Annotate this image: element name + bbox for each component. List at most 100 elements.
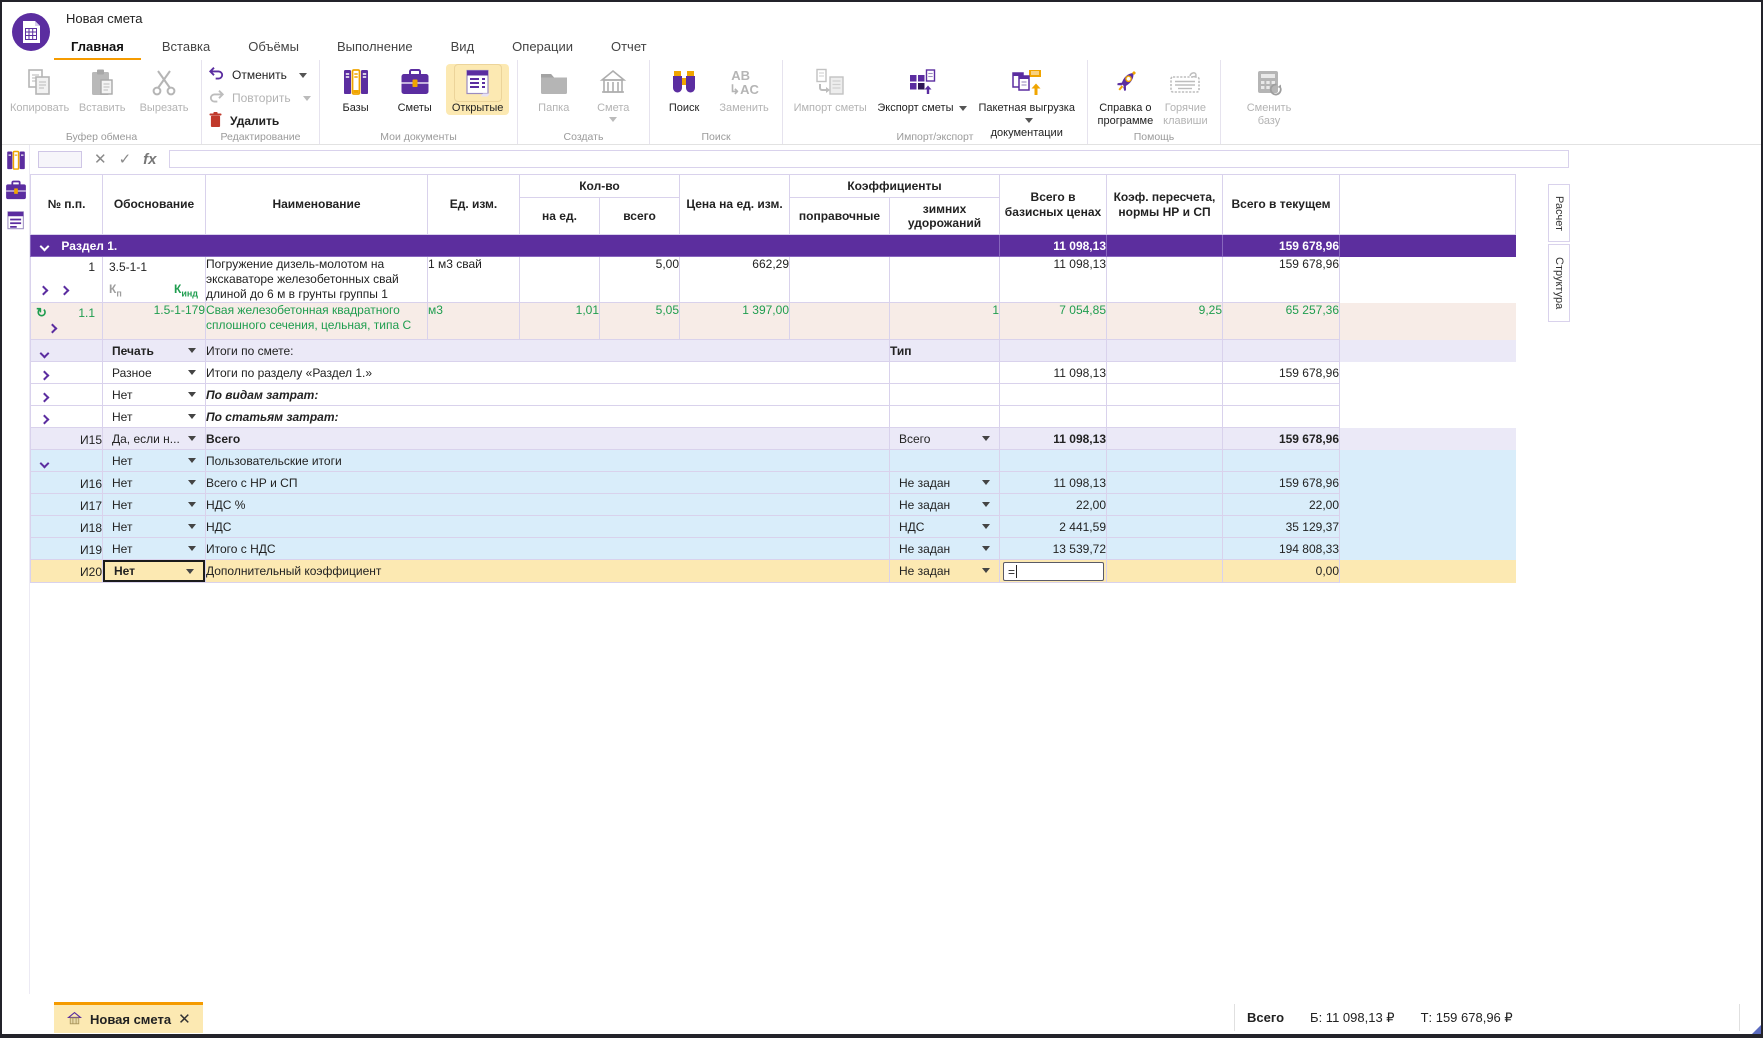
- user-totals-dropdown[interactable]: Нет: [103, 450, 205, 471]
- resize-grip[interactable]: [1752, 1025, 1761, 1034]
- tab-operacii[interactable]: Операции: [493, 32, 592, 60]
- i18-dropdown[interactable]: Нет: [103, 516, 205, 537]
- tab-vstavka[interactable]: Вставка: [143, 32, 229, 60]
- col-header-justification[interactable]: Обоснование: [103, 175, 206, 235]
- by-types-dropdown[interactable]: Нет: [103, 384, 205, 405]
- new-estimate-button[interactable]: Смета: [586, 64, 642, 122]
- col-header-unit[interactable]: Ед. изм.: [428, 175, 520, 235]
- by-types-expand-icon[interactable]: [40, 393, 50, 403]
- i16-dropdown[interactable]: Нет: [103, 472, 205, 493]
- i20-formula-edit-input[interactable]: =: [1003, 562, 1104, 581]
- paste-button[interactable]: Вставить: [73, 64, 131, 115]
- position-row-1-1[interactable]: ↻ 1.1 1.5-1-179 Свая железобетонная квад…: [31, 303, 1516, 340]
- opened-button[interactable]: Открытые: [446, 64, 509, 115]
- total-row-i20-selected[interactable]: И20 Нет Дополнительный коэффициент Не за…: [31, 560, 1516, 583]
- position-row-1[interactable]: 1 3.5-1-1 Кп Кинд Погружение дизель-моло…: [31, 257, 1516, 303]
- by-cost-types-row[interactable]: Нет По видам затрат:: [31, 384, 1516, 406]
- tab-obyomy[interactable]: Объёмы: [229, 32, 318, 60]
- section-totals-row[interactable]: Разное Итоги по разделу «Раздел 1.» 11 0…: [31, 362, 1516, 384]
- i15-type-dropdown[interactable]: Всего: [890, 428, 999, 449]
- side-tab-calculation[interactable]: Расчет: [1548, 184, 1570, 242]
- col-header-winter[interactable]: зимних удорожаний: [890, 198, 1000, 235]
- section-totals-dropdown[interactable]: Разное: [103, 362, 205, 383]
- redo-button[interactable]: Повторить: [208, 89, 311, 107]
- export-button[interactable]: Экспорт сметы: [873, 64, 970, 115]
- side-tab-structure[interactable]: Структура: [1548, 244, 1570, 322]
- mini-estimates-button[interactable]: [4, 178, 28, 204]
- i17-dropdown[interactable]: Нет: [103, 494, 205, 515]
- mini-opened-button[interactable]: [4, 208, 28, 234]
- col-header-name[interactable]: Наименование: [206, 175, 428, 235]
- function-icon[interactable]: fx: [143, 151, 156, 168]
- tab-vid[interactable]: Вид: [432, 32, 494, 60]
- i19-type-dropdown[interactable]: Не задан: [890, 538, 999, 559]
- new-folder-button[interactable]: Папка: [526, 64, 582, 115]
- total-row-i19[interactable]: И19 Нет Итого с НДС Не задан 13 539,72 1…: [31, 538, 1516, 560]
- confirm-entry-icon[interactable]: ✓: [119, 150, 132, 168]
- pos1-expand-icon-2[interactable]: [60, 286, 70, 296]
- find-button[interactable]: Поиск: [658, 64, 710, 115]
- col-header-corrective[interactable]: поправочные: [790, 198, 890, 235]
- i17-type-dropdown[interactable]: Не задан: [890, 494, 999, 515]
- delete-button[interactable]: Удалить: [208, 112, 279, 130]
- col-header-current-total[interactable]: Всего в текущем: [1223, 175, 1340, 235]
- user-totals-collapse-icon[interactable]: [40, 459, 50, 469]
- col-header-recalc-coeff[interactable]: Коэф. пересчета, нормы НР и СП: [1107, 175, 1223, 235]
- col-header-qty-total[interactable]: всего: [600, 198, 680, 235]
- section-totals-expand-icon[interactable]: [40, 371, 50, 381]
- totals-collapse-icon[interactable]: [40, 349, 50, 359]
- i20-type-dropdown[interactable]: Не задан: [890, 560, 999, 581]
- pos1-kp-coef[interactable]: Кп: [109, 282, 122, 298]
- about-button[interactable]: Справка опрограмме: [1096, 64, 1155, 127]
- i19-dropdown[interactable]: Нет: [103, 538, 205, 559]
- col-header-qty-group[interactable]: Кол-во: [520, 175, 680, 198]
- i20-num: И20: [31, 560, 103, 583]
- replace-button[interactable]: AB↳AC Заменить: [714, 64, 774, 115]
- batch-export-button[interactable]: Пакетная выгрузкадокументации: [974, 64, 1079, 140]
- user-totals-row[interactable]: Нет Пользовательские итоги: [31, 450, 1516, 472]
- undo-dropdown-arrow[interactable]: [299, 73, 307, 78]
- tab-vypolnenie[interactable]: Выполнение: [318, 32, 432, 60]
- close-tab-icon[interactable]: ✕: [178, 1010, 191, 1028]
- i18-type-dropdown[interactable]: НДС: [890, 516, 999, 537]
- col-header-base-total[interactable]: Всего в базисных ценах: [1000, 175, 1107, 235]
- by-items-expand-icon[interactable]: [40, 415, 50, 425]
- by-cost-items-row[interactable]: Нет По статьям затрат:: [31, 406, 1516, 428]
- pos11-expand-icon[interactable]: [48, 324, 58, 334]
- i16-type-dropdown[interactable]: Не задан: [890, 472, 999, 493]
- mini-bases-button[interactable]: [4, 148, 28, 174]
- hotkeys-button[interactable]: Горячиеклавиши: [1159, 64, 1212, 127]
- col-header-qty-unit[interactable]: на ед.: [520, 198, 600, 235]
- total-row-i16[interactable]: И16 Нет Всего с НР и СП Не задан 11 098,…: [31, 472, 1516, 494]
- col-header-num[interactable]: № п.п.: [31, 175, 103, 235]
- estimates-button[interactable]: Сметы: [387, 64, 442, 115]
- change-base-button[interactable]: Сменитьбазу: [1240, 64, 1298, 127]
- total-row-i17[interactable]: И17 Нет НДС % Не задан 22,00 22,00: [31, 494, 1516, 516]
- totals-print-dropdown[interactable]: Печать: [103, 340, 205, 361]
- tab-glavnaya[interactable]: Главная: [52, 32, 143, 60]
- total-row-i18[interactable]: И18 Нет НДС НДС 2 441,59 35 129,37: [31, 516, 1516, 538]
- section-collapse-icon[interactable]: [40, 241, 50, 251]
- cell-reference-box[interactable]: [38, 151, 82, 168]
- batch-dropdown-arrow[interactable]: [1025, 118, 1033, 123]
- tab-otchet[interactable]: Отчет: [592, 32, 666, 60]
- pos1-expand-icon-1[interactable]: [39, 286, 49, 296]
- i20-dropdown-focused[interactable]: Нет: [103, 560, 205, 582]
- total-row-i15[interactable]: И15 Да, если н... Всего Всего 11 098,13 …: [31, 428, 1516, 450]
- i15-dropdown[interactable]: Да, если н...: [103, 428, 205, 449]
- copy-button[interactable]: Копировать: [10, 64, 69, 115]
- totals-header-row[interactable]: Печать Итоги по смете: Тип: [31, 340, 1516, 362]
- bases-button[interactable]: Базы: [328, 64, 383, 115]
- undo-button[interactable]: Отменить: [208, 66, 307, 84]
- export-dropdown-arrow[interactable]: [959, 106, 967, 111]
- cancel-entry-icon[interactable]: ✕: [94, 150, 107, 168]
- col-header-coeff-group[interactable]: Коэффициенты: [790, 175, 1000, 198]
- cut-button[interactable]: Вырезать: [135, 64, 193, 115]
- col-header-price[interactable]: Цена на ед. изм.: [680, 175, 790, 235]
- pos1-kind-coef[interactable]: Кинд: [174, 282, 198, 298]
- formula-input[interactable]: [169, 150, 1569, 168]
- document-tab[interactable]: Новая смета ✕: [54, 1002, 203, 1033]
- import-button[interactable]: Импорт сметы: [791, 64, 869, 115]
- section-row[interactable]: Раздел 1. 11 098,13 159 678,96: [31, 235, 1516, 257]
- by-items-dropdown[interactable]: Нет: [103, 406, 205, 427]
